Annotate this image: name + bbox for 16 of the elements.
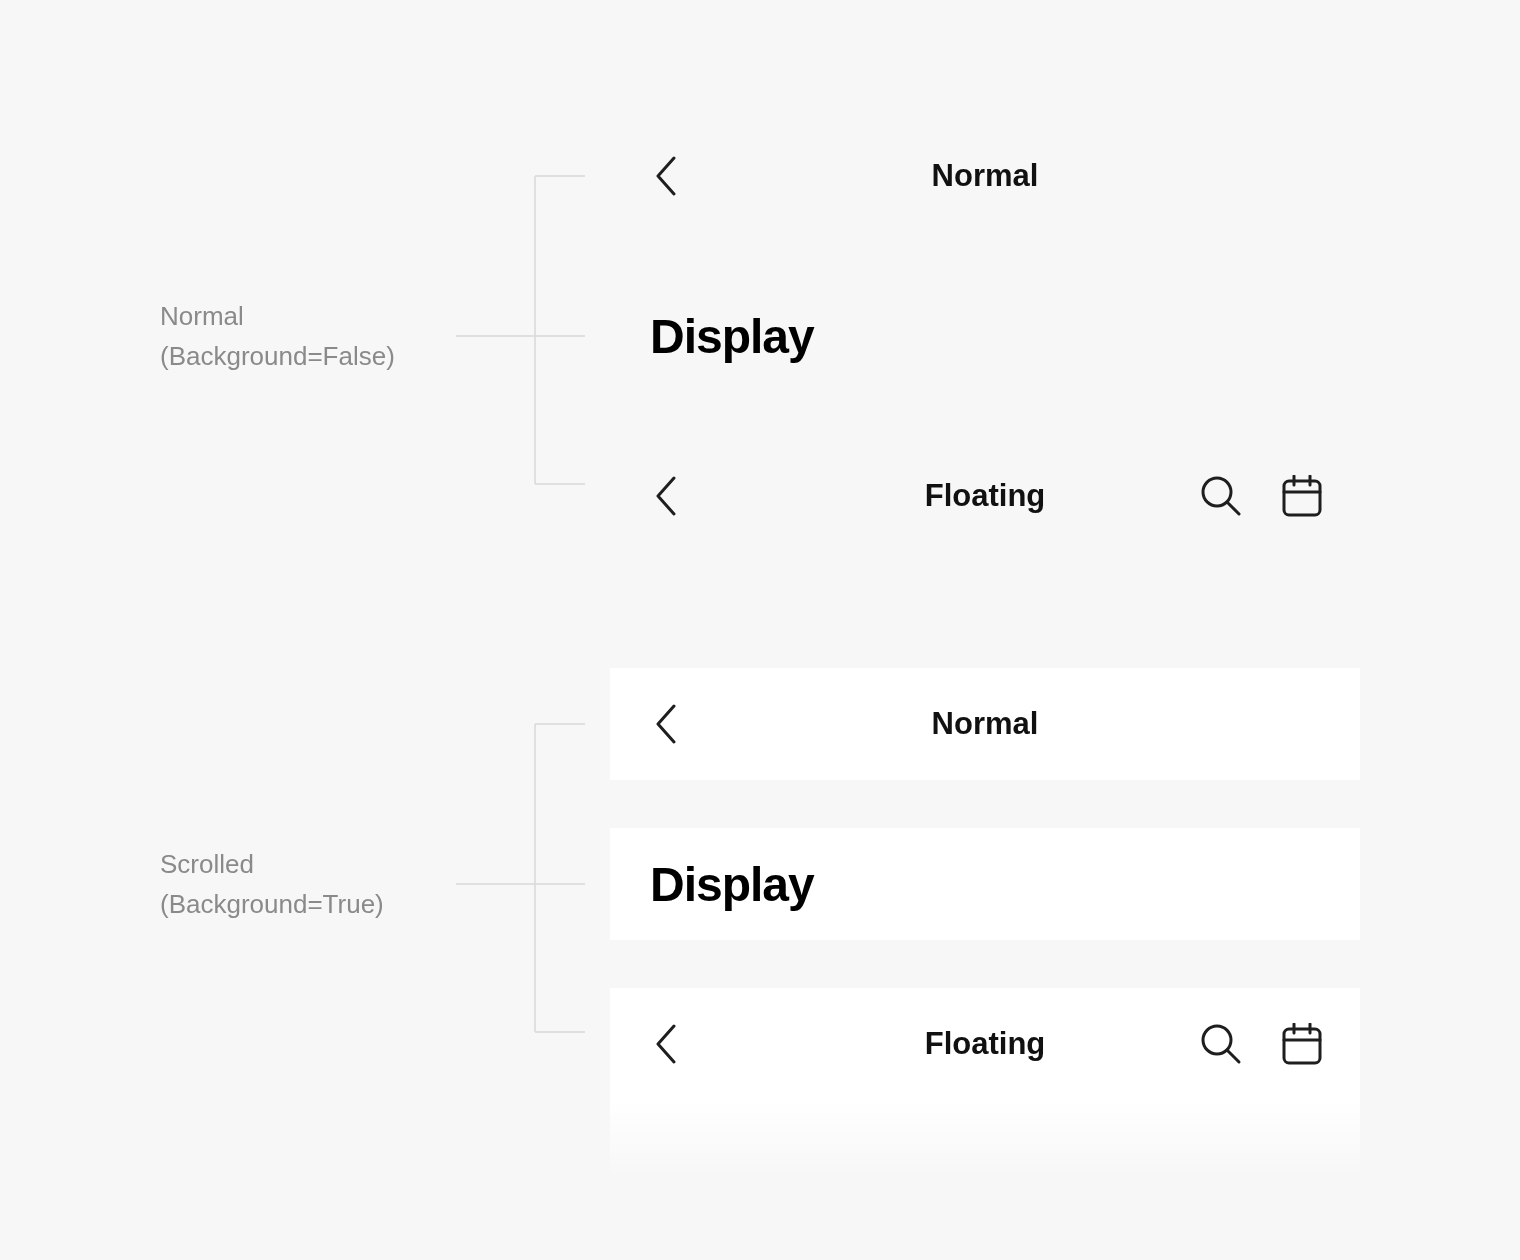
search-button[interactable] (1200, 1023, 1242, 1065)
search-button[interactable] (1200, 475, 1242, 517)
bar-title: Normal (931, 158, 1039, 194)
back-button[interactable] (654, 476, 678, 516)
back-button[interactable] (654, 704, 678, 744)
display-title: Display (650, 856, 814, 912)
variant-label: Scrolled (Background=True) (160, 848, 385, 921)
bar-title: Normal (931, 706, 1039, 742)
back-button[interactable] (654, 156, 678, 196)
display-title: Display (650, 308, 814, 364)
variant-label: Normal (Background=False) (160, 300, 396, 373)
calendar-button[interactable] (1282, 1023, 1322, 1065)
bar-title: Floating (924, 478, 1046, 514)
bar-title: Floating (924, 1026, 1046, 1062)
back-button[interactable] (654, 1024, 678, 1064)
calendar-button[interactable] (1282, 475, 1322, 517)
